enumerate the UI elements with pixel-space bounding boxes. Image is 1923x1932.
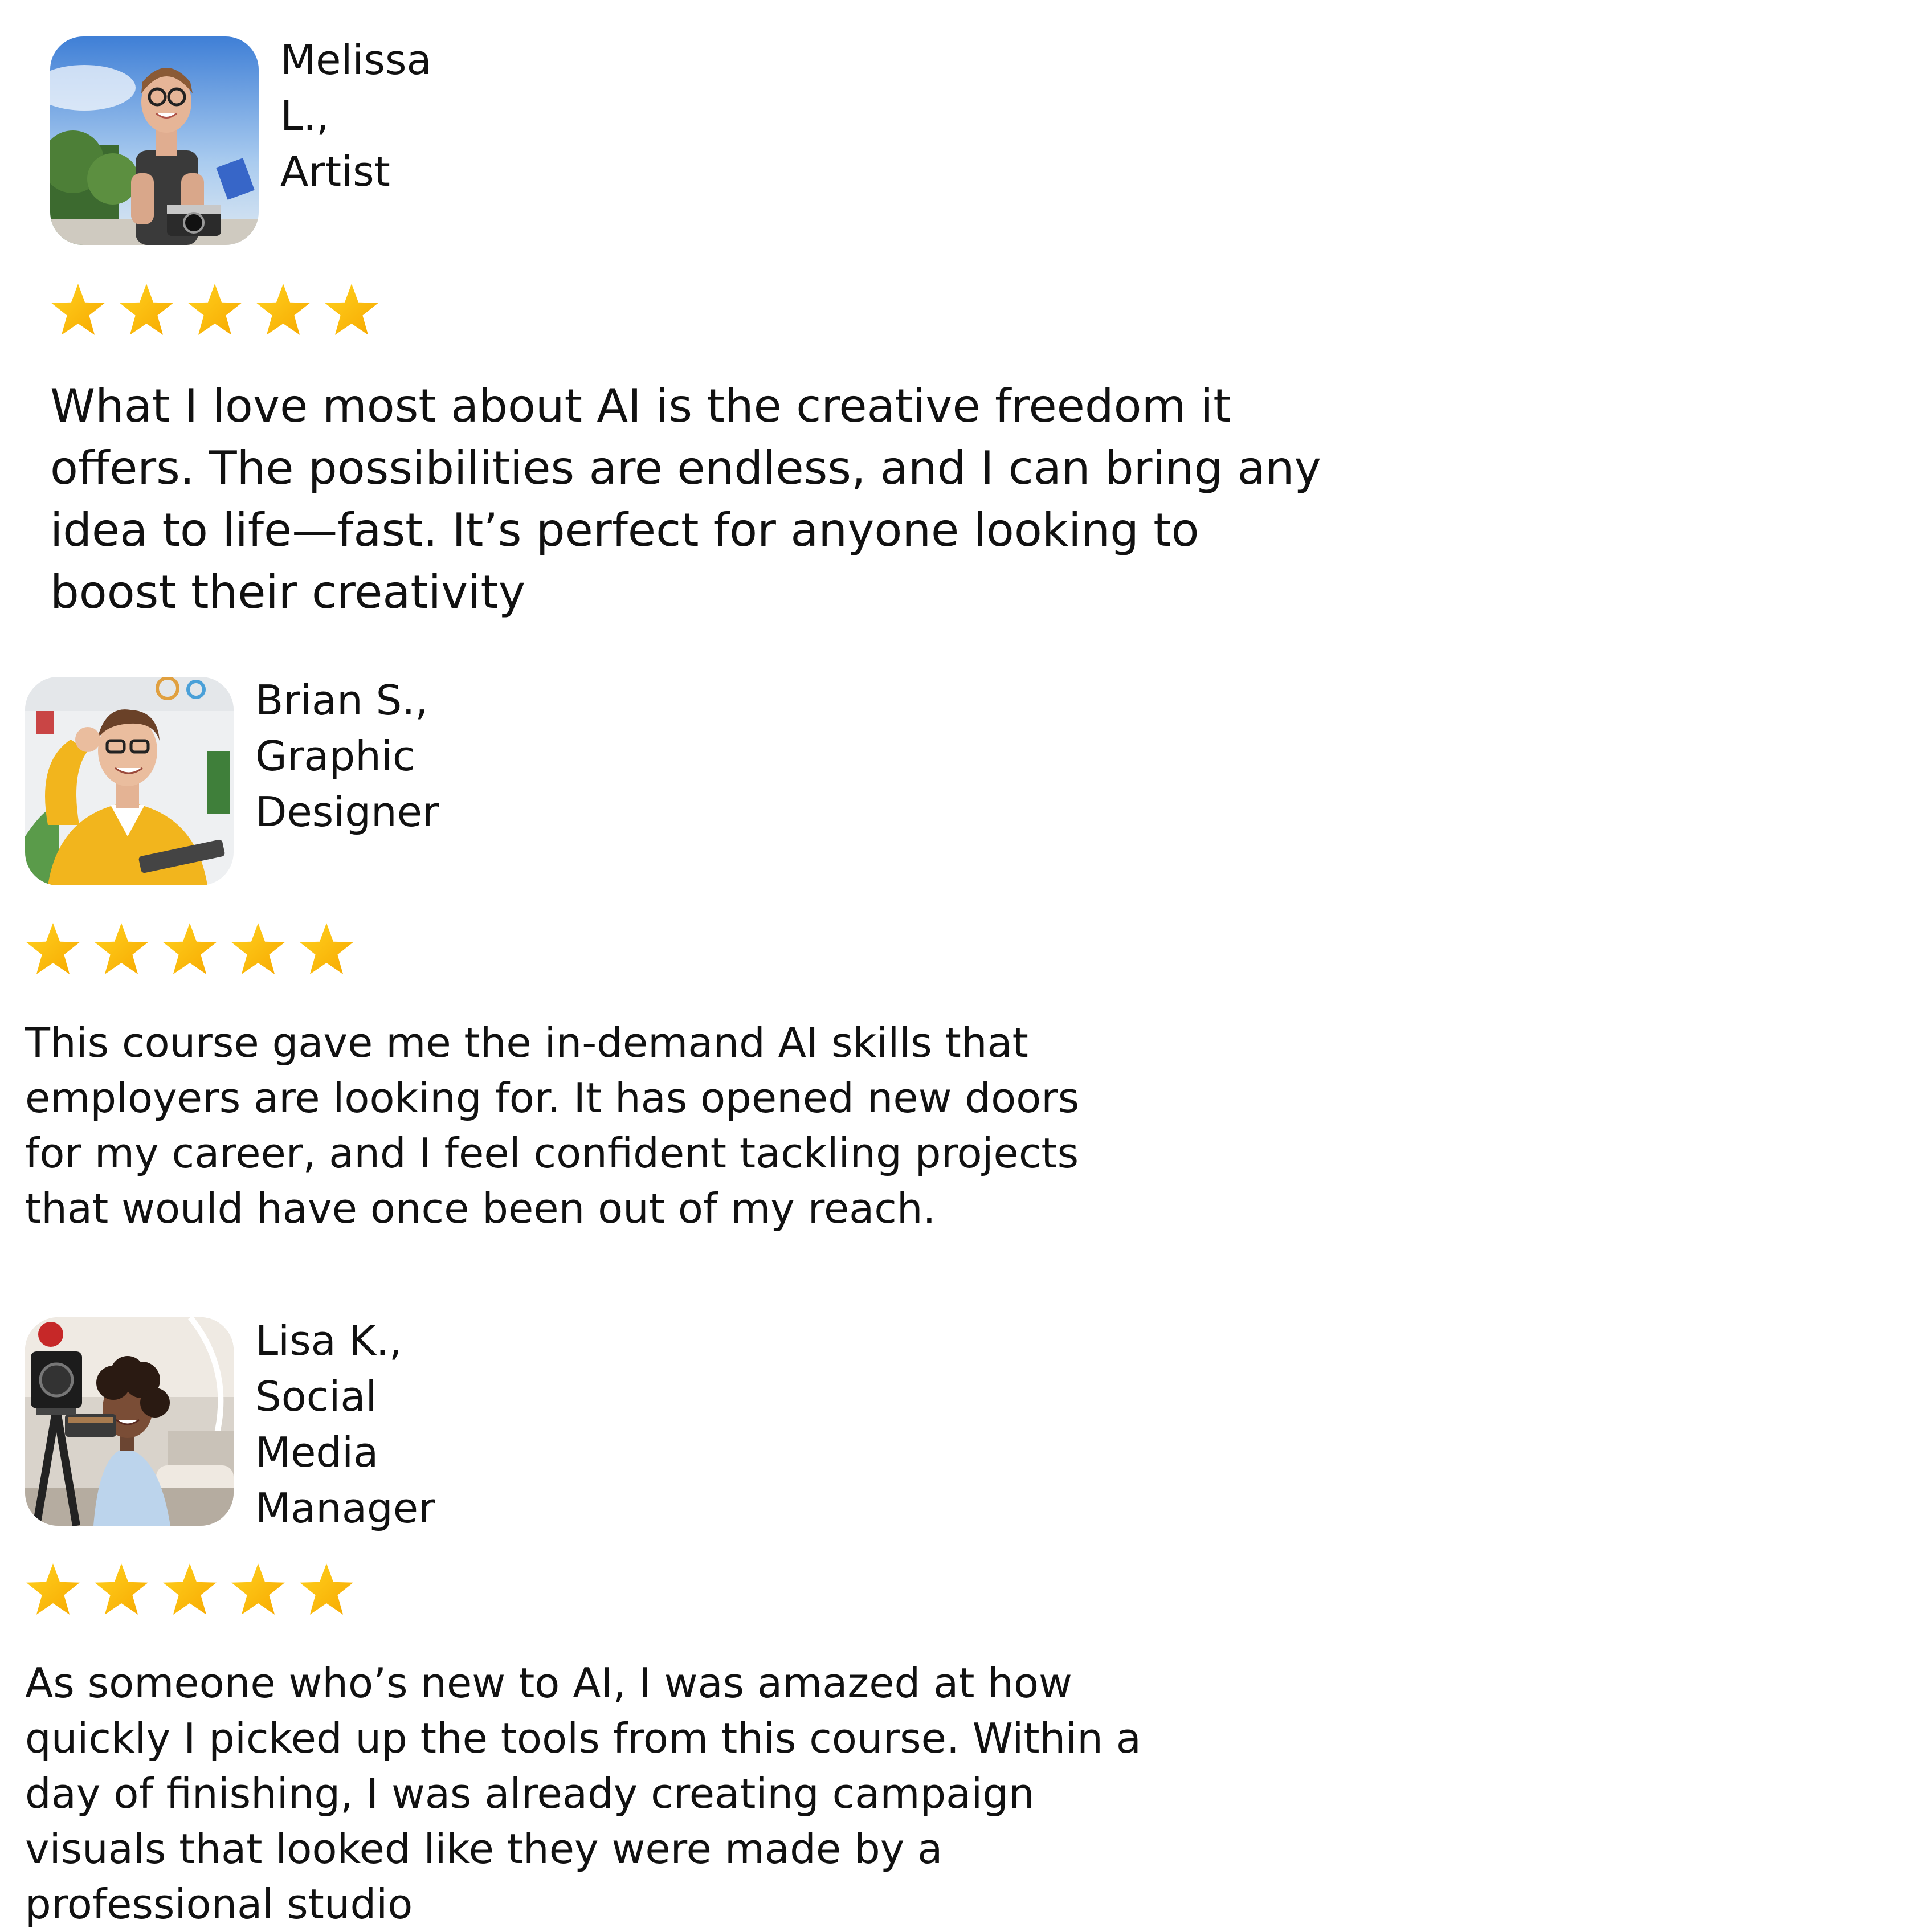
woman-filming-video-photo bbox=[25, 1317, 234, 1526]
avatar-brian bbox=[25, 677, 234, 885]
reviewer-name: Lisa K., Social Media Manager bbox=[255, 1317, 435, 1532]
star-icon bbox=[95, 1563, 148, 1615]
star-rating bbox=[49, 281, 381, 340]
man-with-glasses-photo bbox=[25, 677, 234, 885]
woman-with-camera-photo bbox=[50, 36, 259, 245]
star-icon bbox=[26, 923, 80, 974]
reviewer-name: Brian S., Graphic Designer bbox=[255, 676, 439, 836]
star-icon bbox=[163, 923, 217, 974]
star-icon bbox=[231, 1563, 285, 1615]
avatar-lisa bbox=[25, 1317, 234, 1526]
star-rating bbox=[24, 921, 356, 979]
star-icon bbox=[300, 1563, 353, 1615]
star-icon bbox=[163, 1563, 217, 1615]
star-icon bbox=[231, 923, 285, 974]
star-icon bbox=[256, 284, 310, 335]
star-icon bbox=[325, 284, 378, 335]
star-icon bbox=[300, 923, 353, 974]
review-text: This course gave me the in-demand AI ski… bbox=[25, 1019, 1080, 1232]
star-icon bbox=[95, 923, 148, 974]
review-text: As someone who’s new to AI, I was amazed… bbox=[25, 1659, 1141, 1928]
star-icon bbox=[188, 284, 242, 335]
avatar-melissa bbox=[50, 36, 259, 245]
star-rating bbox=[24, 1561, 356, 1619]
star-icon bbox=[51, 284, 105, 335]
star-icon bbox=[120, 284, 173, 335]
reviewer-name: Melissa L., Artist bbox=[280, 36, 432, 195]
review-text: What I love most about AI is the creativ… bbox=[50, 379, 1321, 619]
star-icon bbox=[26, 1563, 80, 1615]
